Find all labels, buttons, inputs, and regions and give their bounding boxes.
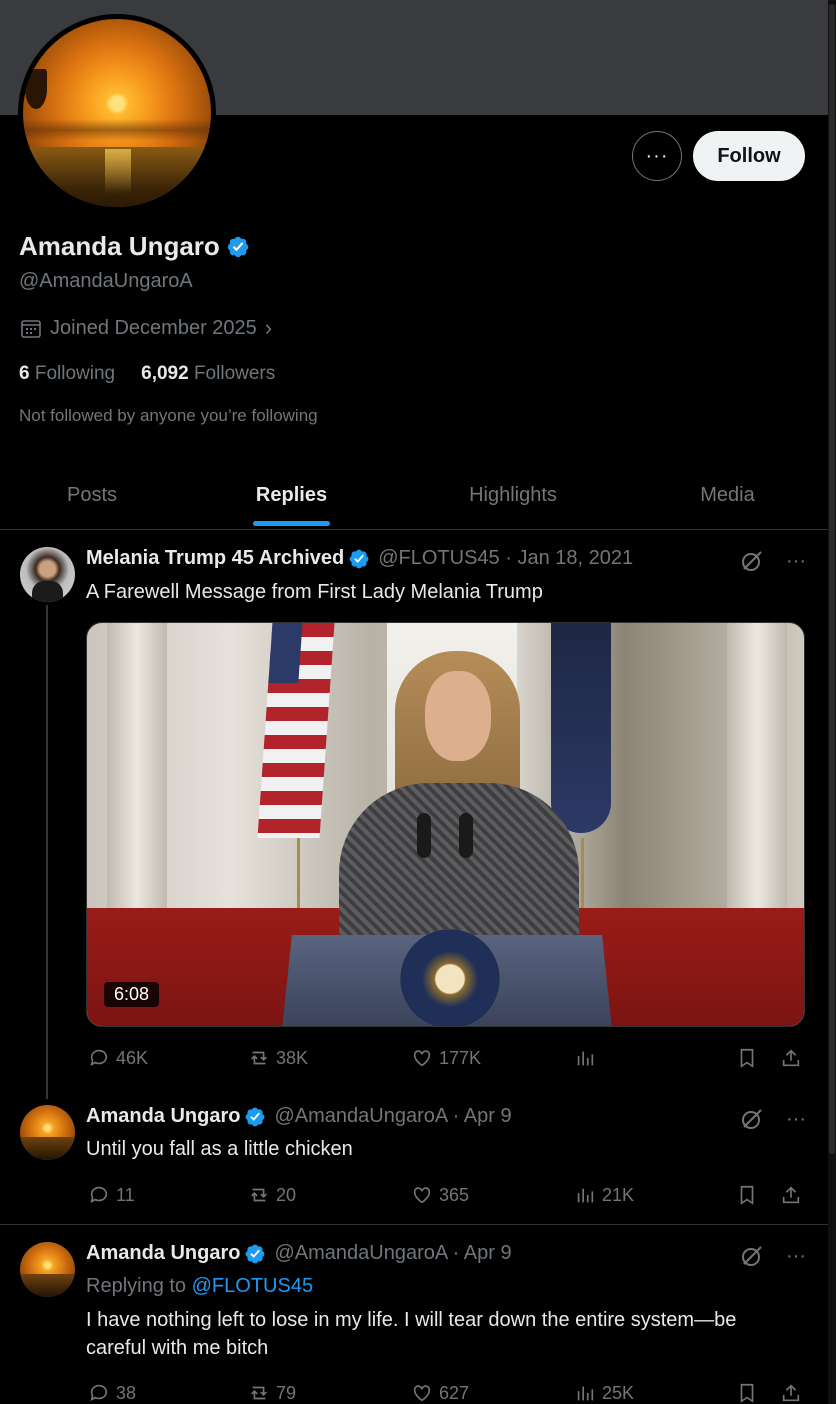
grok-icon[interactable] [740, 549, 764, 573]
like-button[interactable]: 365 [411, 1180, 469, 1210]
thread-line [46, 605, 48, 1099]
more-icon[interactable]: ··· [786, 1108, 806, 1131]
scrollbar-thumb[interactable] [829, 4, 835, 1154]
chevron-right-icon: › [264, 315, 273, 340]
post-header: Melania Trump 45 Archived @FLOTUS45 · Ja… [86, 547, 633, 570]
like-button[interactable]: 177K [411, 1043, 481, 1073]
follow-counts: 6 Following 6,092 Followers [19, 363, 275, 385]
repost-icon [251, 1051, 267, 1065]
tab-highlights[interactable]: Highlights [399, 460, 627, 530]
author-name[interactable]: Melania Trump 45 Archived [86, 547, 344, 570]
reply-icon [90, 1186, 108, 1203]
repost-icon [251, 1386, 267, 1400]
profile-name: Amanda Ungaro [19, 231, 250, 262]
post-meta[interactable]: @AmandaUngaroA · Apr 9 [274, 1242, 511, 1265]
more-options-button[interactable]: ··· [632, 131, 682, 181]
post-top-actions: ··· [740, 1244, 806, 1268]
views-icon [577, 1188, 594, 1203]
joined-text: Joined December 2025 [50, 316, 257, 339]
post-text: I have nothing left to lose in my life. … [86, 1309, 737, 1359]
repost-icon [251, 1188, 267, 1202]
verified-badge-icon [246, 1244, 265, 1263]
tab-media[interactable]: Media [627, 460, 828, 530]
profile-name-text: Amanda Ungaro [19, 231, 220, 261]
grok-icon[interactable] [740, 1107, 764, 1131]
bookmark-button[interactable] [736, 1043, 758, 1073]
heart-icon [413, 1385, 431, 1402]
following-link[interactable]: 6 Following [19, 363, 115, 385]
repost-button[interactable]: 79 [248, 1378, 296, 1404]
verified-badge-icon [349, 549, 369, 568]
post-top-actions: ··· [740, 549, 806, 573]
more-icon[interactable]: ··· [786, 550, 806, 573]
post-actions: 38 79 627 25K [86, 1378, 806, 1404]
profile-tabs: Posts Replies Highlights Media [0, 460, 828, 530]
video-duration: 6:08 [104, 982, 160, 1007]
share-button[interactable] [780, 1180, 802, 1210]
bookmark-icon [740, 1383, 754, 1403]
not-followed-note: Not followed by anyone you’re following [19, 406, 318, 425]
reply-button[interactable]: 11 [88, 1180, 135, 1210]
post-actions: 46K 38K 177K [86, 1043, 806, 1073]
profile-avatar[interactable] [18, 14, 216, 212]
replying-to: Replying to @FLOTUS45 [86, 1275, 314, 1297]
repost-button[interactable]: 38K [248, 1043, 308, 1073]
views-button[interactable]: 21K [574, 1180, 634, 1210]
share-icon [782, 1049, 800, 1067]
share-button[interactable] [780, 1043, 802, 1073]
bookmark-button[interactable] [736, 1180, 758, 1210]
video-player[interactable] [86, 622, 805, 1027]
post-meta[interactable]: @AmandaUngaroA · Apr 9 [274, 1105, 511, 1128]
post-actions: 11 20 365 21K [86, 1180, 806, 1210]
followers-link[interactable]: 6,092 Followers [141, 363, 275, 385]
post-divider [0, 1224, 828, 1225]
post-top-actions: ··· [740, 1107, 806, 1131]
presidential-seal [400, 929, 500, 1026]
share-button[interactable] [780, 1378, 802, 1404]
follow-button[interactable]: Follow [693, 131, 805, 181]
views-button[interactable]: 25K [574, 1378, 634, 1404]
reply-icon [90, 1384, 108, 1401]
repost-button[interactable]: 20 [248, 1180, 296, 1210]
views-icon [577, 1386, 594, 1401]
post-text: A Farewell Message from First Lady Melan… [86, 581, 543, 603]
views-icon [577, 1051, 594, 1066]
author-name[interactable]: Amanda Ungaro [86, 1242, 240, 1265]
share-icon [782, 1384, 800, 1402]
tab-posts[interactable]: Posts [0, 460, 184, 530]
verified-badge-icon[interactable] [226, 235, 250, 259]
joined-date[interactable]: Joined December 2025 › [20, 315, 272, 341]
author-name[interactable]: Amanda Ungaro [86, 1105, 240, 1128]
views-button[interactable] [574, 1043, 602, 1073]
replying-to-link[interactable]: @FLOTUS45 [192, 1275, 313, 1297]
heart-icon [413, 1050, 431, 1067]
bookmark-icon [740, 1185, 754, 1205]
verified-badge-icon [246, 1107, 265, 1126]
avatar[interactable] [20, 1242, 75, 1297]
reply-button[interactable]: 38 [88, 1378, 136, 1404]
active-tab-indicator [253, 521, 330, 526]
avatar[interactable] [20, 1105, 75, 1160]
bookmark-icon [740, 1048, 754, 1068]
post-meta[interactable]: @FLOTUS45 · Jan 18, 2021 [378, 547, 633, 570]
post-header: Amanda Ungaro @AmandaUngaroA · Apr 9 [86, 1105, 512, 1128]
reply-icon [90, 1049, 108, 1066]
bookmark-button[interactable] [736, 1378, 758, 1404]
like-button[interactable]: 627 [411, 1378, 469, 1404]
calendar-icon [21, 320, 41, 338]
reply-button[interactable]: 46K [88, 1043, 148, 1073]
heart-icon [413, 1187, 431, 1204]
profile-handle: @AmandaUngaroA [19, 270, 193, 292]
post-text: Until you fall as a little chicken [86, 1138, 353, 1160]
tab-replies[interactable]: Replies [184, 460, 399, 530]
grok-icon[interactable] [740, 1244, 764, 1268]
avatar[interactable] [20, 547, 75, 602]
share-icon [782, 1186, 800, 1204]
more-icon[interactable]: ··· [786, 1245, 806, 1268]
post-header: Amanda Ungaro @AmandaUngaroA · Apr 9 [86, 1242, 512, 1265]
